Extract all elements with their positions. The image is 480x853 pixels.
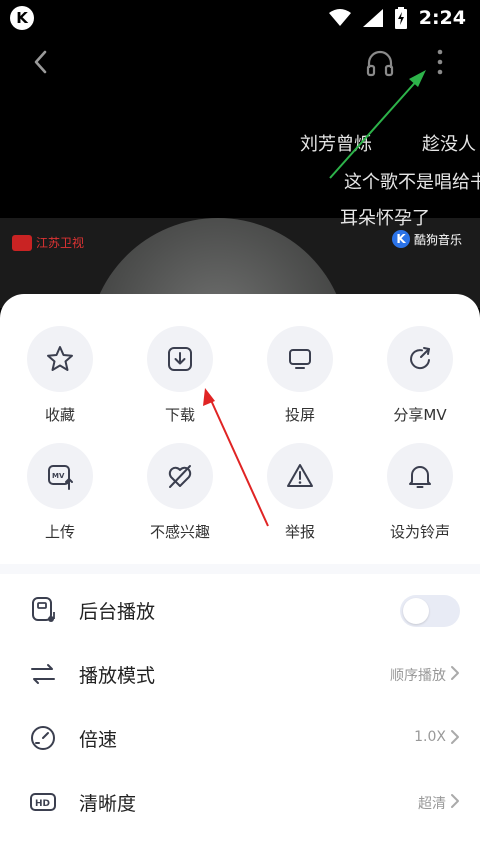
setting-label: 清晰度 [79,793,137,815]
app-logo: K [10,6,34,30]
headphone-icon[interactable] [365,48,395,78]
danmaku-comment: 耳朵怀孕了 [340,208,430,229]
play-mode-row[interactable]: 播放模式 顺序播放 [0,641,480,705]
channel-logo-icon [12,234,32,251]
action-circle [267,443,333,509]
action-label: 收藏 [44,406,75,424]
cast-button[interactable]: 投屏 [240,326,360,436]
background-play-row[interactable]: 后台播放 [0,577,480,641]
back-icon[interactable] [28,48,54,76]
action-circle [27,326,93,392]
action-circle [387,326,453,392]
action-grid: 收藏 下载 投屏 分享MV MV 上传 不感兴趣 举报 设为铃声 [0,326,480,566]
set-ringtone-button[interactable]: 设为铃声 [360,443,480,553]
danmaku-comment: 刘芳曾烁 [300,134,372,155]
action-circle: MV [27,443,93,509]
upload-icon: MV [48,465,73,490]
signal-icon [362,9,383,27]
channel-label: 江苏卫视 [36,236,85,250]
action-circle [147,326,213,392]
collect-button[interactable]: 收藏 [0,326,120,436]
chevron-right-icon [451,666,459,680]
action-circle [267,326,333,392]
wifi-icon [328,9,351,26]
download-button[interactable]: 下载 [120,326,240,436]
action-label: 下载 [164,406,195,424]
setting-label: 后台播放 [79,601,156,623]
status-bar: K 2:24 [0,0,480,36]
download-icon [168,347,192,371]
brand-label: 酷狗音乐 [414,232,463,247]
more-options-sheet: 收藏 下载 投屏 分享MV MV 上传 不感兴趣 举报 设为铃声 后台播放 播放… [0,294,480,853]
status-indicators: 2:24 [328,6,466,30]
speed-row[interactable]: 倍速 1.0X [0,705,480,769]
channel-watermark: 江苏卫视 [12,234,84,251]
background-play-icon [32,597,55,622]
danmaku-comment: 这个歌不是唱给书 [344,172,480,193]
danmaku-comment: 趁没人 [422,134,476,155]
background-play-toggle[interactable] [400,595,460,627]
hd-icon: HD [30,793,56,811]
action-circle [147,443,213,509]
setting-label: 播放模式 [79,665,156,687]
cast-icon [289,349,311,369]
bell-icon [409,466,431,488]
action-label: 分享MV [393,406,447,424]
action-label: 设为铃声 [389,523,450,541]
quality-row[interactable]: HD 清晰度 超清 [0,769,480,833]
section-divider [0,564,480,574]
share-mv-button[interactable]: 分享MV [360,326,480,436]
clock: 2:24 [418,7,466,29]
more-options-icon[interactable] [430,46,450,78]
brand-watermark: K 酷狗音乐 [392,230,462,248]
svg-text:MV: MV [52,472,65,480]
setting-label: 倍速 [79,729,118,751]
dislike-icon [168,465,192,488]
chevron-right-icon [451,794,459,808]
action-label: 不感兴趣 [149,523,210,541]
action-circle [387,443,453,509]
report-button[interactable]: 举报 [240,443,360,553]
setting-value: 1.0X [414,729,446,745]
setting-value: 顺序播放 [390,668,446,684]
action-label: 上传 [44,523,75,541]
not-interested-button[interactable]: 不感兴趣 [120,443,240,553]
kugou-logo-icon: K [392,230,410,248]
toggle-knob [403,598,429,624]
svg-text:HD: HD [35,799,50,809]
setting-value: 超清 [418,796,446,812]
share-icon [410,347,430,370]
report-icon [287,464,313,487]
battery-icon [394,7,407,29]
chevron-right-icon [451,730,459,744]
star-icon [47,346,73,371]
action-label: 投屏 [284,406,315,424]
green-arrow [329,70,426,179]
upload-button[interactable]: MV 上传 [0,443,120,553]
action-label: 举报 [284,523,315,541]
play-mode-icon [31,664,55,684]
speed-icon [31,726,55,750]
